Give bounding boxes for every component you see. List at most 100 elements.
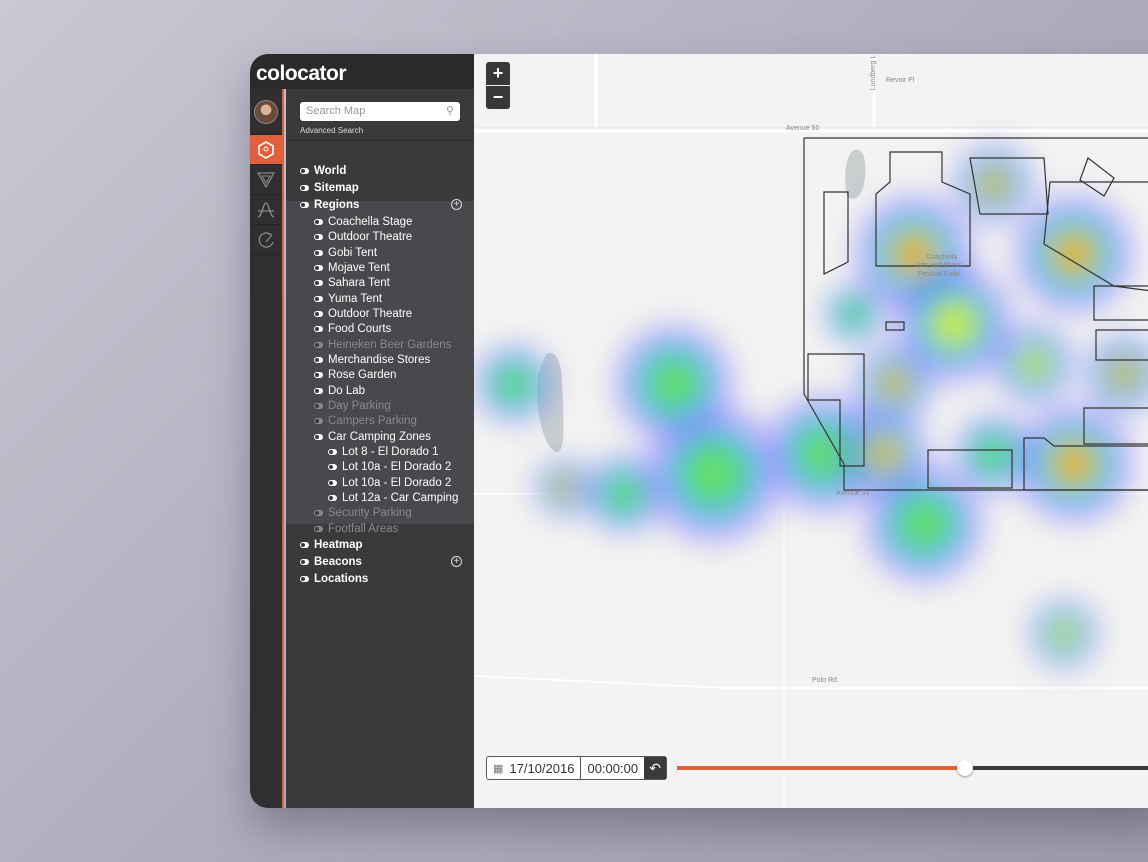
layer-label: Heineken Beer Gardens	[328, 339, 452, 351]
layer-item[interactable]: Do Lab	[286, 383, 474, 399]
toggle-icon[interactable]	[314, 510, 323, 516]
toggle-icon[interactable]	[314, 219, 323, 225]
search-input[interactable]: Search Map ⚲	[300, 102, 460, 121]
timeline-slider[interactable]	[677, 760, 1148, 776]
app-window: colocator Search Map ⚲ Advanced Search Wo…	[250, 54, 1148, 808]
layer-item[interactable]: Sahara Tent	[286, 275, 474, 291]
toggle-icon[interactable]	[314, 250, 323, 256]
layer-item[interactable]: Lot 10a - El Dorado 2	[286, 475, 474, 491]
layer-item[interactable]: Locations	[286, 571, 474, 587]
map-label: Coachella	[926, 254, 958, 261]
gauge-icon[interactable]	[250, 225, 282, 255]
layer-label: Beacons	[314, 556, 362, 568]
timeline-progress	[677, 766, 965, 770]
map-canvas[interactable]	[474, 54, 1148, 808]
add-icon[interactable]: +	[451, 556, 462, 567]
toggle-icon[interactable]	[314, 372, 323, 378]
layer-item[interactable]: Gobi Tent	[286, 245, 474, 261]
toggle-icon[interactable]	[314, 326, 323, 332]
road	[474, 675, 1148, 689]
map[interactable]: + − ▦ 17/10/2016 00:00:00 ↶ Avenue 50 Lund…	[474, 54, 1148, 808]
layer-item[interactable]: Beacons +	[286, 554, 474, 570]
layer-item[interactable]: Heatmap	[286, 537, 474, 553]
map-label: Arts and Music	[916, 262, 963, 269]
toggle-icon[interactable]	[314, 234, 323, 240]
layer-item[interactable]: Lot 10a - El Dorado 2	[286, 459, 474, 475]
toggle-icon[interactable]	[314, 388, 323, 394]
layer-item[interactable]: Heineken Beer Gardens	[286, 337, 474, 353]
layer-item[interactable]: Footfall Areas	[286, 521, 474, 537]
toggle-icon[interactable]	[328, 449, 337, 455]
layer-item[interactable]: Outdoor Theatre	[286, 229, 474, 245]
toggle-icon[interactable]	[314, 418, 323, 424]
layer-item[interactable]: Car Camping Zones	[286, 429, 474, 445]
layer-item[interactable]: Lot 12a - Car Camping	[286, 490, 474, 506]
layer-item[interactable]: Outdoor Theatre	[286, 306, 474, 322]
toggle-icon[interactable]	[314, 403, 323, 409]
layer-item[interactable]: World	[286, 163, 474, 179]
layer-item[interactable]: Coachella Stage	[286, 214, 474, 230]
layer-item[interactable]: Security Parking	[286, 505, 474, 521]
toggle-icon[interactable]	[328, 495, 337, 501]
zoom-in-button[interactable]: +	[486, 62, 510, 85]
layer-item[interactable]: Merchandise Stores	[286, 352, 474, 368]
toggle-icon[interactable]	[314, 311, 323, 317]
toggle-icon[interactable]	[300, 202, 309, 208]
zoom-out-button[interactable]: −	[486, 86, 510, 109]
date-field[interactable]: ▦ 17/10/2016	[487, 757, 582, 779]
heat-blob	[1020, 350, 1048, 378]
layer-item[interactable]: Sitemap	[286, 180, 474, 196]
toggle-icon[interactable]	[300, 576, 309, 582]
layer-label: Coachella Stage	[328, 216, 413, 228]
reset-icon[interactable]: ↶	[644, 757, 667, 779]
toggle-icon[interactable]	[300, 559, 309, 565]
toggle-icon[interactable]	[314, 265, 323, 271]
toggle-icon[interactable]	[300, 185, 309, 191]
avatar[interactable]	[250, 89, 282, 135]
heat-blob	[843, 303, 865, 325]
layer-item[interactable]: Mojave Tent	[286, 260, 474, 276]
lake	[845, 149, 866, 199]
layer-item[interactable]: Lot 8 - El Dorado 1	[286, 444, 474, 460]
layer-label: Sahara Tent	[328, 277, 390, 289]
search-icon[interactable]: ⚲	[446, 104, 454, 117]
heat-blob	[933, 303, 975, 345]
heat-blob	[980, 440, 1008, 468]
layer-item[interactable]: Campers Parking	[286, 413, 474, 429]
toggle-icon[interactable]	[300, 168, 309, 174]
toggle-icon[interactable]	[314, 526, 323, 532]
layer-label: Lot 10a - El Dorado 2	[342, 461, 452, 473]
icon-rail	[250, 89, 284, 808]
toggle-icon[interactable]	[314, 296, 323, 302]
layer-label: Locations	[314, 573, 369, 585]
triangle-filter-icon[interactable]	[250, 165, 282, 195]
toggle-icon[interactable]	[314, 280, 323, 286]
time-field[interactable]: 00:00:00	[581, 757, 644, 779]
toggle-icon[interactable]	[314, 342, 323, 348]
layer-label: Sitemap	[314, 182, 359, 194]
advanced-search-link[interactable]: Advanced Search	[300, 126, 363, 135]
heat-blob	[610, 480, 638, 508]
layer-label: Yuma Tent	[328, 293, 383, 305]
layer-label: Security Parking	[328, 507, 412, 519]
layer-label: Day Parking	[328, 400, 391, 412]
layer-item[interactable]: Yuma Tent	[286, 291, 474, 307]
timeline-handle[interactable]	[957, 760, 973, 776]
toggle-icon[interactable]	[328, 464, 337, 470]
toggle-icon[interactable]	[314, 357, 323, 363]
add-icon[interactable]: +	[451, 199, 462, 210]
layer-item[interactable]: Rose Garden	[286, 367, 474, 383]
heat-blob	[873, 443, 895, 465]
region-outline	[823, 191, 849, 275]
map-label: Festival Field	[918, 271, 960, 278]
hexagon-icon[interactable]	[250, 135, 282, 165]
curve-icon[interactable]	[250, 195, 282, 225]
layer-item[interactable]: Regions +	[286, 197, 474, 213]
toggle-icon[interactable]	[314, 434, 323, 440]
toggle-icon[interactable]	[328, 480, 337, 486]
layer-item[interactable]: Day Parking	[286, 398, 474, 414]
layer-label: Merchandise Stores	[328, 354, 431, 366]
heat-blob	[653, 363, 695, 405]
layer-item[interactable]: Food Courts	[286, 321, 474, 337]
toggle-icon[interactable]	[300, 542, 309, 548]
